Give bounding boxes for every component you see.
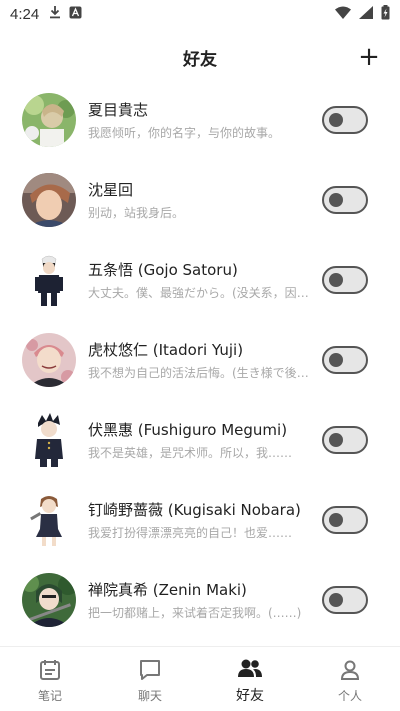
signal-icon bbox=[359, 5, 373, 23]
download-icon bbox=[49, 5, 61, 23]
friend-name: 虎杖悠仁 (Itadori Yuji) bbox=[88, 341, 244, 359]
friend-name: 夏目貴志 bbox=[88, 101, 149, 119]
avatar bbox=[22, 413, 76, 467]
friend-toggle[interactable] bbox=[322, 266, 368, 294]
friend-toggle[interactable] bbox=[322, 186, 368, 214]
friend-toggle[interactable] bbox=[322, 426, 368, 454]
bottom-tab-bar: 笔记 聊天 好友 个人 bbox=[0, 646, 400, 711]
friend-description: 我不是英雄，是咒术师。所以，我…… bbox=[88, 446, 293, 460]
toggle-knob bbox=[329, 433, 343, 447]
friend-toggle[interactable] bbox=[322, 346, 368, 374]
avatar bbox=[22, 573, 76, 627]
friend-description: 我爱打扮得漂漂亮亮的自己！也爱…… bbox=[88, 526, 293, 540]
avatar bbox=[22, 93, 76, 147]
tab-notes[interactable]: 笔记 bbox=[0, 647, 100, 711]
friend-list[interactable]: 夏目貴志 我愿倾听，你的名字，与你的故事。 沈星回 别动，站我身后。 五条悟 (… bbox=[0, 86, 400, 646]
battery-charging-icon bbox=[381, 4, 390, 24]
friend-name: 禅院真希 (Zenin Maki) bbox=[88, 581, 247, 599]
status-bar: 4:24 bbox=[0, 0, 400, 28]
toggle-knob bbox=[329, 273, 343, 287]
toggle-knob bbox=[329, 593, 343, 607]
friend-description: 把一切都赌上，来试着否定我啊。(……) bbox=[88, 606, 302, 620]
friend-name: 沈星回 bbox=[88, 181, 134, 199]
friend-description: 别动，站我身后。 bbox=[88, 206, 185, 220]
plus-icon: + bbox=[358, 42, 380, 72]
tab-chat[interactable]: 聊天 bbox=[100, 647, 200, 711]
tab-friends[interactable]: 好友 bbox=[200, 647, 300, 711]
friends-icon bbox=[237, 655, 263, 681]
friend-name: 五条悟 (Gojo Satoru) bbox=[88, 261, 238, 279]
tab-label: 聊天 bbox=[137, 688, 162, 703]
avatar bbox=[22, 173, 76, 227]
toggle-knob bbox=[329, 353, 343, 367]
chat-bubble-icon bbox=[137, 657, 163, 683]
tab-label: 个人 bbox=[337, 688, 362, 703]
friend-toggle[interactable] bbox=[322, 106, 368, 134]
friend-row[interactable]: 伏黑惠 (Fushiguro Megumi) 我不是英雄，是咒术师。所以，我…… bbox=[0, 400, 400, 480]
add-friend-button[interactable]: + bbox=[354, 42, 384, 72]
friend-row[interactable]: 夏目貴志 我愿倾听，你的名字，与你的故事。 bbox=[0, 86, 400, 160]
tab-label: 好友 bbox=[236, 688, 264, 704]
app-notification-icon bbox=[69, 6, 82, 23]
friend-row[interactable]: 沈星回 别动，站我身后。 bbox=[0, 160, 400, 240]
app-header: 好友 + bbox=[0, 28, 400, 86]
tab-profile[interactable]: 个人 bbox=[300, 647, 400, 711]
person-icon bbox=[337, 657, 363, 683]
friend-toggle[interactable] bbox=[322, 586, 368, 614]
page-title: 好友 bbox=[183, 49, 217, 70]
avatar bbox=[22, 333, 76, 387]
friend-row[interactable]: 五条悟 (Gojo Satoru) 大丈夫。僕、最強だから。(没关系，因为我是最… bbox=[0, 240, 400, 320]
avatar bbox=[22, 493, 76, 547]
friend-description: 大丈夫。僕、最強だから。(没关系，因为我是最强的) bbox=[88, 286, 316, 300]
friend-row[interactable]: 虎杖悠仁 (Itadori Yuji) 我不想为自己的活法后悔。(生き様で後悔は… bbox=[0, 320, 400, 400]
friend-toggle[interactable] bbox=[322, 506, 368, 534]
wifi-icon bbox=[335, 6, 351, 23]
friend-description: 我不想为自己的活法后悔。(生き様で後悔はしたくない) bbox=[88, 366, 316, 380]
toggle-knob bbox=[329, 513, 343, 527]
tab-label: 笔记 bbox=[37, 688, 62, 703]
toggle-knob bbox=[329, 113, 343, 127]
friend-description: 我愿倾听，你的名字，与你的故事。 bbox=[88, 126, 281, 140]
toggle-knob bbox=[329, 193, 343, 207]
avatar bbox=[22, 253, 76, 307]
friend-row[interactable]: 钉崎野蔷薇 (Kugisaki Nobara) 我爱打扮得漂漂亮亮的自己！也爱…… bbox=[0, 480, 400, 560]
friend-row[interactable]: 禅院真希 (Zenin Maki) 把一切都赌上，来试着否定我啊。(……) bbox=[0, 560, 400, 640]
friend-name: 钉崎野蔷薇 (Kugisaki Nobara) bbox=[88, 501, 301, 519]
status-time: 4:24 bbox=[10, 5, 40, 23]
friend-name: 伏黑惠 (Fushiguro Megumi) bbox=[88, 421, 288, 439]
notebook-icon bbox=[37, 657, 63, 683]
